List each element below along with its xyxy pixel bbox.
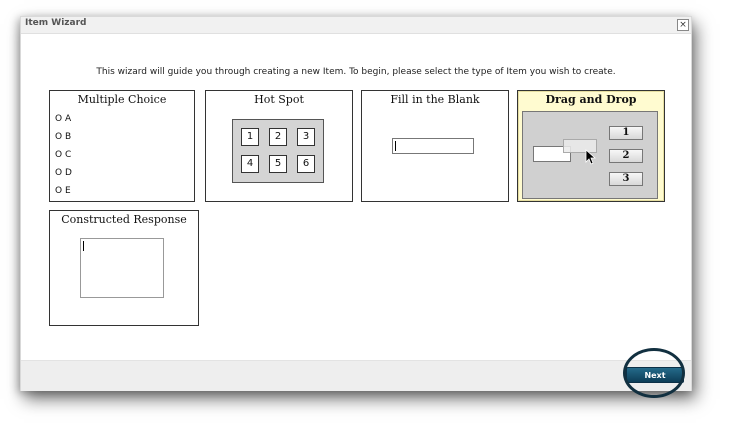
item-wizard-dialog: Item Wizard × This wizard will guide you…: [20, 16, 692, 391]
hot-spot-cell: 1: [241, 128, 259, 146]
drag-and-drop-preview: 1 2 3: [522, 111, 658, 199]
card-title-hot-spot: Hot Spot: [254, 93, 304, 106]
dialog-titlebar: Item Wizard ×: [21, 17, 691, 34]
drag-choice: 2: [609, 149, 643, 163]
wizard-intro-text: This wizard will guide you through creat…: [96, 67, 616, 77]
hot-spot-cell: 3: [297, 128, 315, 146]
card-title-drag-and-drop: Drag and Drop: [545, 93, 637, 106]
fill-in-blank-preview-input: [392, 138, 474, 154]
mouse-pointer-icon: [585, 149, 597, 165]
hot-spot-cell: 6: [297, 155, 315, 173]
item-type-multiple-choice[interactable]: Multiple Choice O A O B O C O D O E: [49, 90, 195, 202]
item-type-hot-spot[interactable]: Hot Spot 1 2 3 4 5 6: [205, 90, 353, 202]
dialog-footer: [21, 360, 691, 391]
hot-spot-preview: 1 2 3 4 5 6: [232, 119, 324, 183]
mc-option: O C: [55, 150, 72, 160]
dialog-title: Item Wizard: [25, 18, 87, 28]
mc-option: O D: [55, 168, 72, 178]
mc-option: O A: [55, 114, 72, 124]
next-button[interactable]: Next: [626, 367, 684, 383]
hot-spot-cell: 5: [269, 155, 287, 173]
constructed-response-preview-textarea: [80, 238, 164, 298]
text-caret: [395, 141, 396, 151]
drag-choice: 1: [609, 126, 643, 140]
item-type-drag-and-drop[interactable]: Drag and Drop 1 2 3: [517, 90, 665, 202]
card-title-multiple-choice: Multiple Choice: [77, 93, 167, 106]
text-caret: [83, 241, 84, 251]
mc-option: O B: [55, 132, 72, 142]
item-type-fill-in-the-blank[interactable]: Fill in the Blank: [361, 90, 509, 202]
item-type-constructed-response[interactable]: Constructed Response: [49, 210, 199, 326]
hot-spot-cell: 2: [269, 128, 287, 146]
close-icon[interactable]: ×: [677, 19, 689, 31]
hot-spot-cell: 4: [241, 155, 259, 173]
drag-choice: 3: [609, 172, 643, 186]
card-title-fill-in-the-blank: Fill in the Blank: [390, 93, 480, 106]
card-title-constructed-response: Constructed Response: [61, 213, 187, 226]
mc-option: O E: [55, 186, 71, 196]
